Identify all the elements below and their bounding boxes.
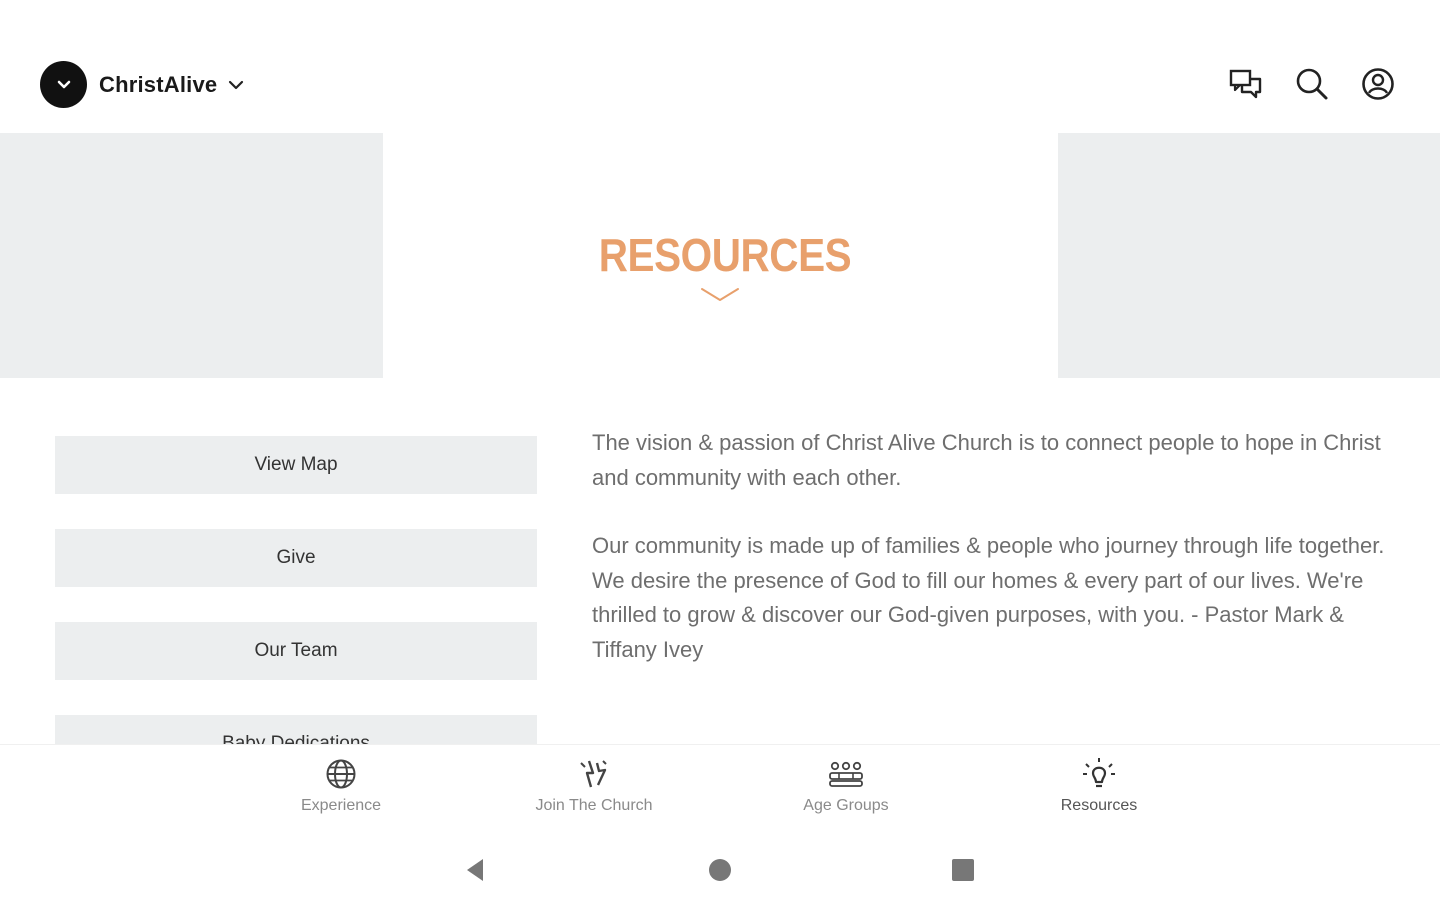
nav-join-the-church[interactable]: Join The Church [494,755,694,815]
lightbulb-icon [999,755,1199,793]
nav-experience[interactable]: Experience [241,755,441,815]
group-icon [746,755,946,793]
home-icon[interactable] [700,850,740,890]
nav-label: Age Groups [803,797,889,814]
view-map-button[interactable]: View Map [55,436,537,494]
nav-age-groups[interactable]: Age Groups [746,755,946,815]
back-icon[interactable] [456,850,496,890]
give-button[interactable]: Give [55,529,537,587]
sparkle-icon [494,755,694,793]
chevron-down-icon [700,286,740,309]
app-logo [40,61,87,108]
nav-label: Join The Church [535,797,653,814]
app-name: ChristAlive [99,71,218,97]
hero-image-left [0,133,383,378]
account-icon[interactable] [1360,66,1396,102]
globe-icon [241,755,441,793]
nav-label: Experience [300,797,382,814]
search-icon[interactable] [1294,66,1330,102]
description-paragraph: The vision & passion of Christ Alive Chu… [592,430,1381,490]
app-switcher[interactable]: ChristAlive [40,61,245,108]
church-description: The vision & passion of Christ Alive Chu… [592,426,1402,701]
chevron-down-icon [227,79,245,91]
nav-label: Resources [1060,797,1138,814]
description-paragraph: Our community is made up of families & p… [592,533,1385,662]
app-header: ChristAlive [0,0,1440,133]
recents-icon[interactable] [943,850,983,890]
page-title: RESOURCES [598,229,852,281]
chat-icon[interactable] [1228,66,1264,102]
hero-image-right [1058,133,1440,378]
system-nav-bar [0,836,1440,900]
bottom-nav: Experience Join The Church Age Groups Re… [0,744,1440,837]
our-team-button[interactable]: Our Team [55,622,537,680]
nav-resources[interactable]: Resources [999,755,1199,815]
